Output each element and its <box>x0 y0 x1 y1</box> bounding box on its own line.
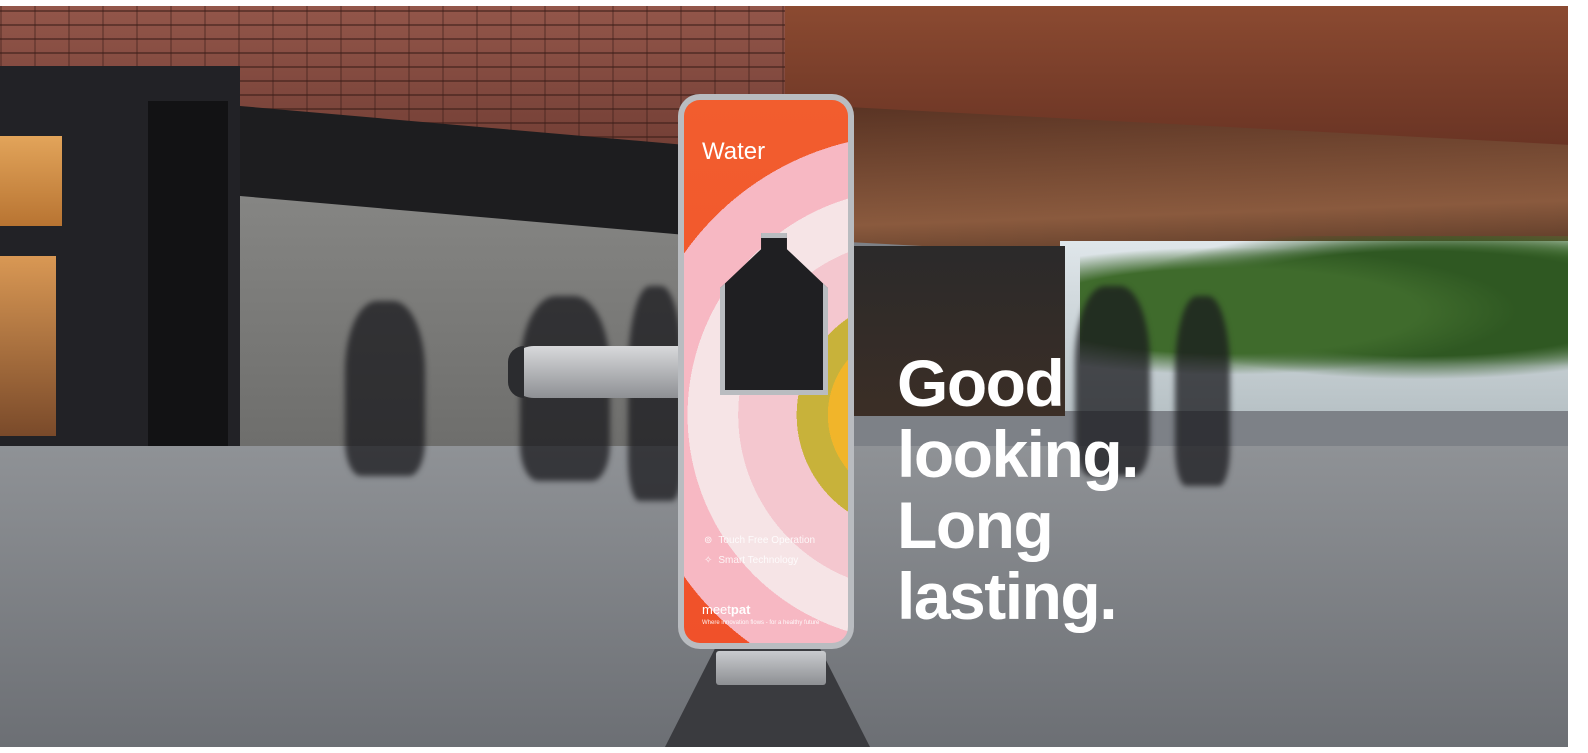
feature-text: Smart Technology <box>718 555 799 566</box>
feature-touch-free: ⊚ Touch Free Operation <box>704 535 815 546</box>
kiosk-base <box>716 651 826 685</box>
blurred-pedestrian <box>1175 296 1230 486</box>
photo-scene: Water ⊚ Touch Free Operation ✧ Smart Tec… <box>0 6 1568 747</box>
brand-logo: meetpat <box>702 602 750 617</box>
bottle-fill-recess <box>720 233 828 395</box>
brand-tagline: Where innovation flows - for a healthy f… <box>702 620 820 626</box>
headline-line: looking. <box>897 417 1139 491</box>
dispenser-nozzle <box>508 346 524 398</box>
feature-smart-technology: ✧ Smart Technology <box>704 555 798 566</box>
lit-window <box>0 136 62 226</box>
trees <box>1080 236 1568 386</box>
headline-line: Long <box>897 488 1054 562</box>
dark-pillar <box>148 101 228 461</box>
brand-light: meet <box>702 602 731 617</box>
kiosk-label: Water <box>702 138 766 165</box>
headline-line: Good <box>897 346 1065 420</box>
lit-doorway <box>0 256 56 436</box>
smart-technology-icon: ✧ <box>704 555 713 566</box>
touch-free-icon: ⊚ <box>704 535 713 546</box>
blurred-pedestrian <box>345 301 425 476</box>
feature-text: Touch Free Operation <box>718 535 816 546</box>
headline-line: lasting. <box>897 559 1118 633</box>
water-kiosk: Water ⊚ Touch Free Operation ✧ Smart Tec… <box>678 94 854 649</box>
brand-bold: pat <box>730 602 751 617</box>
dispenser-arm <box>508 346 683 398</box>
headline: Good looking. Long lasting. <box>897 346 1139 633</box>
kiosk-panel: Water ⊚ Touch Free Operation ✧ Smart Tec… <box>684 100 848 643</box>
